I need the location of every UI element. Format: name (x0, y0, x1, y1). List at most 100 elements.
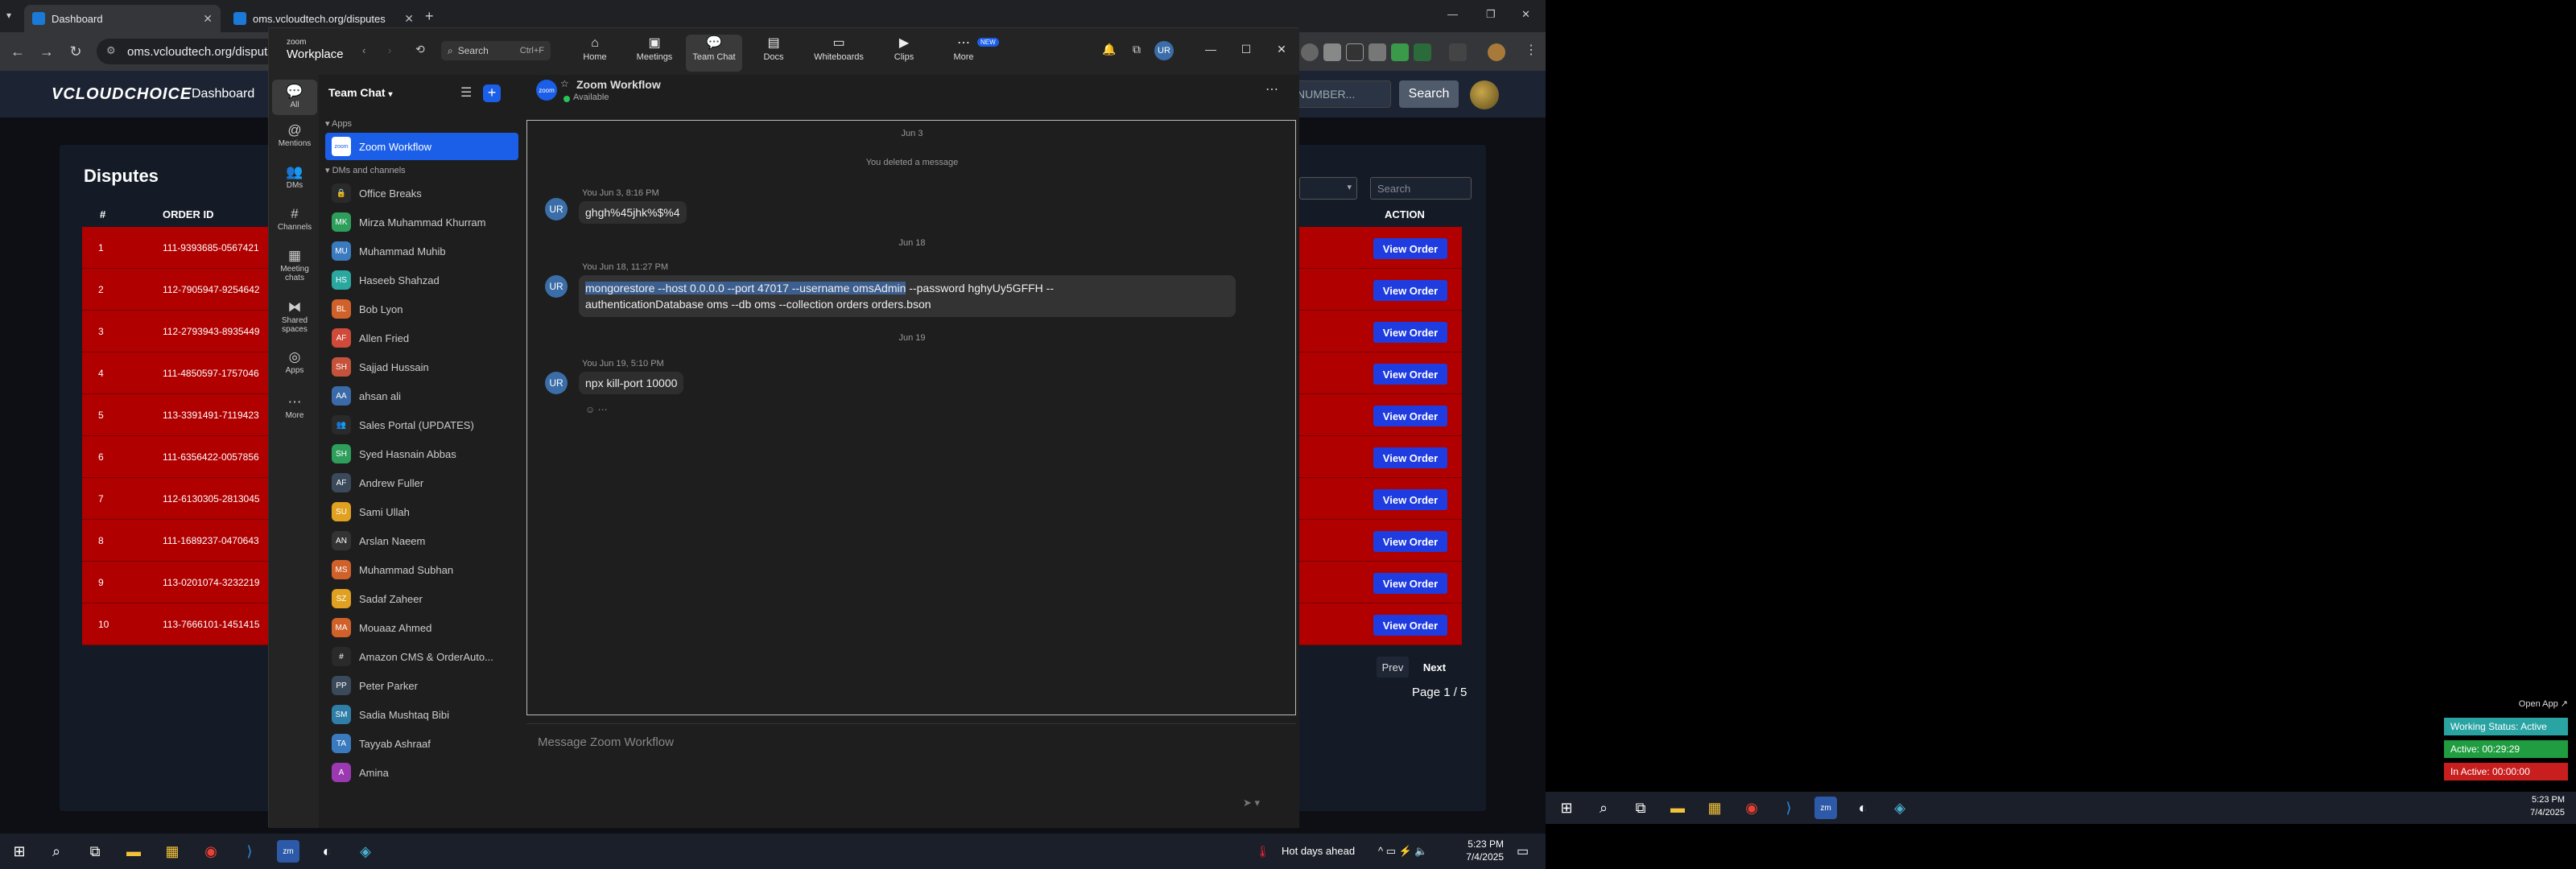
extension-icon[interactable] (1346, 43, 1364, 61)
view-order-button[interactable]: View Order (1373, 615, 1447, 636)
rail-mentions[interactable]: @ Mentions (272, 121, 317, 148)
order-number-search-input[interactable]: NUMBER... (1288, 80, 1391, 108)
search-icon[interactable]: ⌕ (45, 840, 68, 863)
reload-icon[interactable]: ↻ (64, 40, 87, 63)
chat-title[interactable]: Zoom Workflow (576, 78, 661, 91)
task-view-icon[interactable]: ⧉ (84, 840, 106, 863)
tab-team-chat[interactable]: 💬 Team Chat (686, 35, 742, 72)
extension-icon[interactable] (1301, 43, 1319, 61)
list-item[interactable]: A Amina (325, 759, 518, 786)
zoom-icon[interactable]: zm (277, 840, 299, 863)
next-page-button[interactable]: Next (1418, 657, 1451, 677)
view-order-button[interactable]: View Order (1373, 238, 1447, 259)
section-dms-channels[interactable]: ▾ DMs and channels (325, 165, 406, 175)
view-order-button[interactable]: View Order (1373, 364, 1447, 385)
profile-avatar[interactable]: UR (1154, 41, 1174, 60)
prev-page-button[interactable]: Prev (1377, 657, 1409, 677)
view-order-button[interactable]: View Order (1373, 573, 1447, 594)
store-icon[interactable]: ▦ (161, 840, 184, 863)
tab-home[interactable]: ⌂ Home (567, 35, 623, 72)
search-button[interactable]: Search (1399, 80, 1459, 108)
team-chat-title[interactable]: Team Chat ▾ (328, 86, 392, 99)
zoom-icon[interactable]: zm (1814, 797, 1837, 819)
new-chat-button[interactable]: + (483, 84, 501, 102)
list-item[interactable]: SH Syed Hasnain Abbas (325, 440, 518, 467)
list-item[interactable]: SU Sami Ullah (325, 498, 518, 525)
message-compose[interactable]: Message Zoom Workflow ➤ ▾ (526, 723, 1296, 823)
extension-icon[interactable] (1323, 43, 1341, 61)
history-icon[interactable]: ⟲ (415, 43, 425, 56)
tab-meetings[interactable]: ▣ Meetings (626, 35, 683, 72)
list-item[interactable]: SH Sajjad Hussain (325, 353, 518, 381)
add-reaction-icon[interactable]: ☺ ⋯ (585, 404, 608, 415)
notification-icon[interactable]: ▭ (1517, 843, 1529, 859)
close-icon[interactable]: ✕ (203, 12, 213, 26)
send-icon[interactable]: ➤ ▾ (1243, 797, 1260, 809)
rail-more[interactable]: ⋯ More (272, 393, 317, 420)
chrome-icon[interactable]: ◉ (200, 840, 222, 863)
zoom-search-input[interactable]: ⌕ Search Ctrl+F (441, 41, 551, 60)
message-bubble[interactable]: npx kill-port 10000 (579, 372, 684, 394)
view-order-button[interactable]: View Order (1373, 531, 1447, 552)
task-view-icon[interactable]: ⧉ (1629, 797, 1652, 819)
minimize-icon[interactable]: — (1203, 43, 1219, 59)
app-icon[interactable]: ◈ (354, 840, 377, 863)
avatar[interactable]: UR (545, 198, 568, 220)
restore-icon[interactable]: ❐ (1486, 8, 1496, 21)
chrome-icon[interactable]: ◉ (1740, 797, 1763, 819)
nav-dashboard-link[interactable]: Dashboard (192, 87, 254, 101)
extension-icon[interactable] (1368, 43, 1386, 61)
list-item[interactable]: 🔒 Office Breaks (325, 179, 518, 207)
view-order-button[interactable]: View Order (1373, 280, 1447, 301)
status-filter-select[interactable]: ▾ (1299, 177, 1357, 200)
list-item[interactable]: AF Andrew Fuller (325, 469, 518, 496)
star-icon[interactable]: ☆ (560, 78, 569, 89)
bell-icon[interactable]: 🔔 (1101, 43, 1117, 59)
forward-icon[interactable]: → (35, 40, 58, 63)
profile-avatar[interactable] (1488, 43, 1505, 61)
forward-arrow-icon[interactable]: › (388, 44, 391, 56)
list-item[interactable]: MU Muhammad Muhib (325, 237, 518, 265)
windows-start-icon[interactable]: ⊞ (1555, 797, 1578, 819)
list-item[interactable]: AF Allen Fried (325, 324, 518, 352)
list-item[interactable]: PP Peter Parker (325, 672, 518, 699)
list-item[interactable]: # Amazon CMS & OrderAuto... (325, 643, 518, 670)
table-search-input[interactable]: Search (1370, 177, 1472, 200)
list-item[interactable]: MK Mirza Muhammad Khurram (325, 208, 518, 236)
store-icon[interactable]: ▦ (1703, 797, 1726, 819)
close-window-icon[interactable]: ✕ (1521, 8, 1530, 21)
view-order-button[interactable]: View Order (1373, 322, 1447, 343)
kebab-menu-icon[interactable]: ⋮ (1525, 42, 1538, 58)
user-avatar[interactable] (1470, 80, 1499, 109)
tab-whiteboards[interactable]: ▭ Whiteboards (805, 35, 873, 72)
filter-icon[interactable]: ☰ (460, 84, 472, 101)
app-icon[interactable]: ◈ (1889, 797, 1911, 819)
list-item[interactable]: TA Tayyab Ashraaf (325, 730, 518, 757)
list-item[interactable]: BL Bob Lyon (325, 295, 518, 323)
tray-icons[interactable]: ^ ▭ ⚡ 🔈 (1378, 845, 1428, 858)
view-order-button[interactable]: View Order (1373, 406, 1447, 426)
close-icon[interactable]: ✕ (404, 12, 414, 26)
list-item[interactable]: MA Mouaaz Ahmed (325, 614, 518, 641)
list-item[interactable]: SM Sadia Mushtaq Bibi (325, 701, 518, 728)
close-icon[interactable]: ✕ (1274, 43, 1290, 59)
clock-date[interactable]: 7/4/2025 (2512, 808, 2565, 818)
app-icon[interactable]: ◐ (316, 840, 338, 863)
back-arrow-icon[interactable]: ‹ (362, 44, 365, 56)
list-item[interactable]: 👥 Sales Portal (UPDATES) (325, 411, 518, 439)
rail-all[interactable]: 💬 All (272, 80, 317, 115)
file-explorer-icon[interactable]: ▬ (122, 840, 145, 863)
vscode-icon[interactable]: ⟩ (238, 840, 261, 863)
windows-start-icon[interactable]: ⊞ (8, 840, 31, 863)
file-explorer-icon[interactable]: ▬ (1666, 797, 1689, 819)
screen-share-icon[interactable]: ⧉ (1129, 43, 1145, 59)
tab-list-chevron-icon[interactable]: ▾ (6, 10, 11, 21)
clock-date[interactable]: 7/4/2025 (1454, 851, 1504, 863)
extensions-puzzle-icon[interactable] (1449, 43, 1467, 61)
rail-apps[interactable]: ◎ Apps (272, 348, 317, 375)
list-item[interactable]: SZ Sadaf Zaheer (325, 585, 518, 612)
message-bubble[interactable]: ghgh%45jhk%$%4 (579, 201, 687, 224)
search-icon[interactable]: ⌕ (1592, 797, 1615, 819)
list-item-zoom-workflow[interactable]: zoom Zoom Workflow (325, 133, 518, 160)
list-item[interactable]: MS Muhammad Subhan (325, 556, 518, 583)
